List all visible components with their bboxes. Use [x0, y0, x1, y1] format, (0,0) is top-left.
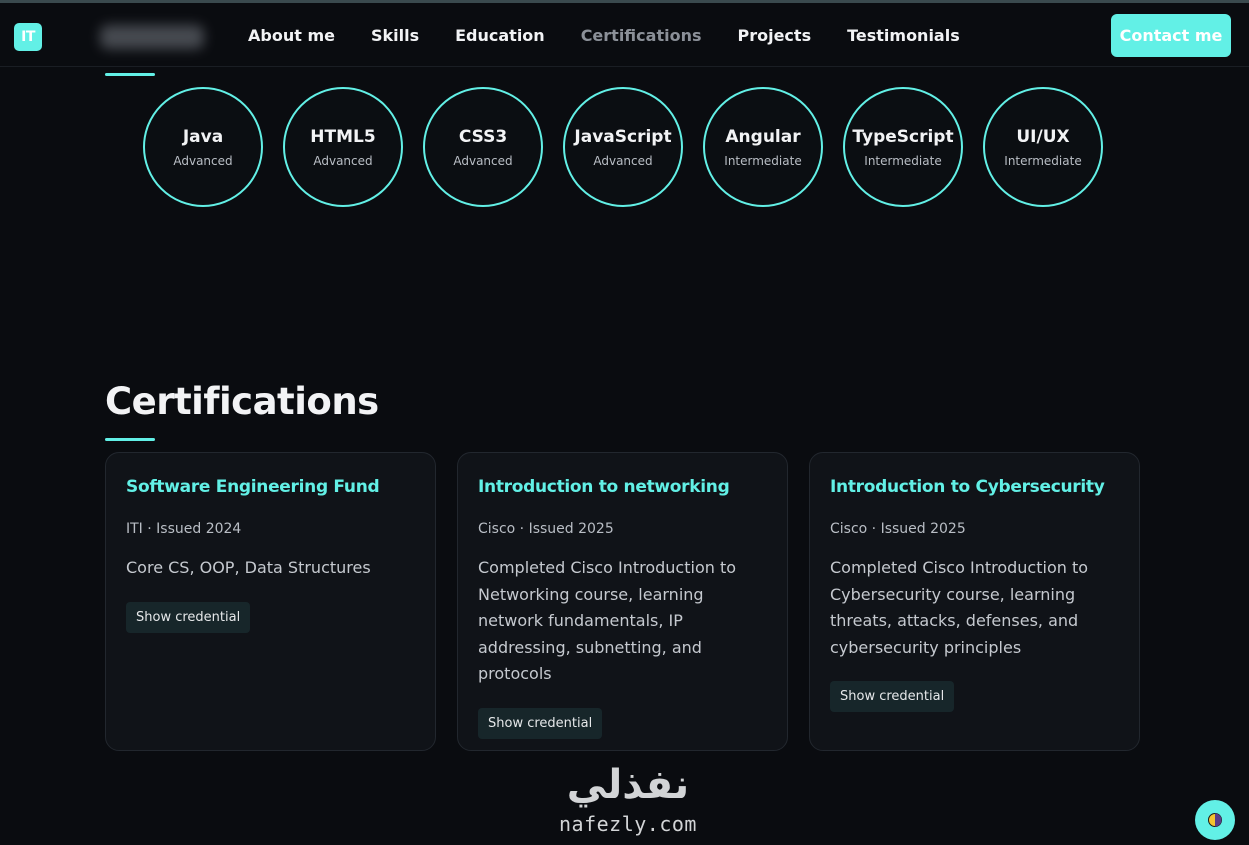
nav-link-skills[interactable]: Skills — [371, 26, 419, 45]
certification-card: Introduction to Cybersecurity Cisco · Is… — [809, 452, 1140, 751]
skill-name: UI/UX — [1016, 126, 1070, 147]
skill-circle-javascript: JavaScript Advanced — [563, 87, 683, 207]
nav-links: About me Skills Education Certifications… — [230, 3, 978, 67]
show-credential-button[interactable]: Show credential — [478, 707, 603, 739]
skill-circle-java: Java Advanced — [143, 87, 263, 207]
nav-link-testimonials[interactable]: Testimonials — [847, 26, 960, 45]
skill-level: Advanced — [173, 153, 233, 168]
nav-link-education[interactable]: Education — [455, 26, 545, 45]
certification-meta: ITI · Issued 2024 — [126, 521, 242, 537]
certification-description: Completed Cisco Introduction to Cybersec… — [830, 558, 1089, 657]
skill-level: Intermediate — [724, 153, 802, 168]
certification-description: Core CS, OOP, Data Structures — [126, 558, 371, 577]
skill-circle-angular: Angular Intermediate — [703, 87, 823, 207]
theme-toggle-button[interactable] — [1195, 800, 1235, 840]
watermark-arabic-text: نفذلي — [566, 762, 690, 808]
certifications-title-underline — [105, 438, 155, 441]
certification-title: Introduction to Cybersecurity — [830, 477, 1105, 497]
top-navbar: IT About me Skills Education Certificati… — [0, 3, 1249, 67]
skill-level: Advanced — [593, 153, 653, 168]
show-credential-button[interactable]: Show credential — [126, 601, 251, 633]
skill-circle-html5: HTML5 Advanced — [283, 87, 403, 207]
skill-level: Advanced — [453, 153, 513, 168]
skill-name: HTML5 — [310, 126, 376, 147]
certification-title: Software Engineering Fund — [126, 477, 380, 497]
certification-card: Introduction to networking Cisco · Issue… — [457, 452, 788, 751]
certification-title: Introduction to networking — [478, 477, 730, 497]
logo-badge[interactable]: IT — [14, 23, 42, 51]
skill-name: TypeScript — [852, 126, 954, 147]
certifications-title: Certifications — [105, 380, 379, 423]
skill-circle-typescript: TypeScript Intermediate — [843, 87, 963, 207]
skill-level: Intermediate — [864, 153, 942, 168]
skills-title-underline — [105, 73, 155, 76]
certification-meta: Cisco · Issued 2025 — [830, 521, 966, 537]
certification-cards: Software Engineering Fund ITI · Issued 2… — [105, 452, 1161, 751]
contact-me-button[interactable]: Contact me — [1111, 14, 1231, 57]
certification-meta: Cisco · Issued 2025 — [478, 521, 614, 537]
certification-description: Completed Cisco Introduction to Networki… — [478, 558, 737, 683]
skill-circle-ui-ux: UI/UX Intermediate — [983, 87, 1103, 207]
nav-link-projects[interactable]: Projects — [737, 26, 811, 45]
skill-circle-css3: CSS3 Advanced — [423, 87, 543, 207]
skills-circles: Java Advanced HTML5 Advanced CSS3 Advanc… — [143, 87, 1123, 207]
certification-card: Software Engineering Fund ITI · Issued 2… — [105, 452, 436, 751]
nav-link-certifications[interactable]: Certifications — [581, 26, 702, 45]
nav-link-about-me[interactable]: About me — [248, 26, 335, 45]
nafezly-watermark: نفذلي nafezly.com — [548, 762, 708, 836]
watermark-latin-text: nafezly.com — [559, 812, 697, 836]
show-credential-button[interactable]: Show credential — [830, 681, 955, 712]
skill-level: Intermediate — [1004, 153, 1082, 168]
skill-name: CSS3 — [458, 126, 508, 147]
skill-level: Advanced — [313, 153, 373, 168]
contrast-icon — [1208, 813, 1222, 827]
skill-name: JavaScript — [574, 126, 672, 147]
brand-name-blurred — [100, 25, 204, 49]
skill-name: Angular — [725, 126, 801, 147]
skill-name: Java — [182, 126, 224, 147]
